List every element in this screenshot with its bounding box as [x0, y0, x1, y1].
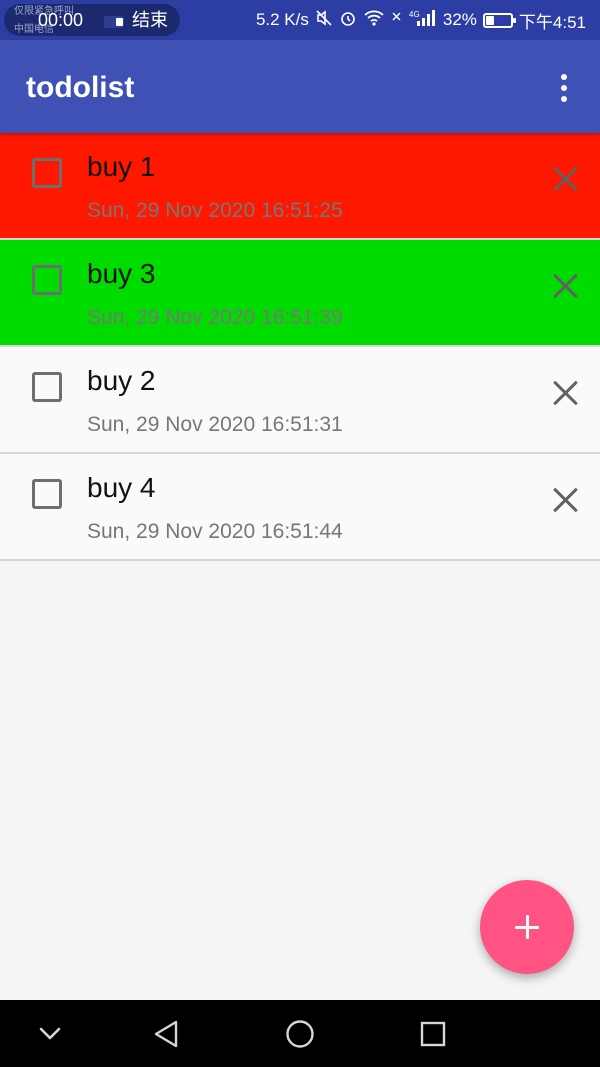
- call-video-icon: [104, 16, 124, 28]
- call-status-pill[interactable]: 仅限紧急呼叫 中国电信 00:00 结束: [4, 4, 180, 36]
- todo-row[interactable]: buy 1 Sun, 29 Nov 2020 16:51:25: [0, 133, 600, 240]
- overflow-dot: [561, 85, 567, 91]
- todo-date: Sun, 29 Nov 2020 16:51:25: [87, 199, 343, 222]
- todo-title: buy 1: [87, 151, 156, 182]
- add-todo-button[interactable]: [480, 880, 574, 974]
- battery-percent: 32%: [442, 10, 477, 29]
- call-timer: 00:00: [38, 10, 84, 30]
- todo-row[interactable]: buy 4 Sun, 29 Nov 2020 16:51:44: [0, 454, 600, 561]
- overflow-dot: [561, 74, 567, 80]
- close-icon[interactable]: [548, 161, 584, 197]
- todo-checkbox[interactable]: [32, 158, 62, 188]
- todo-title: buy 4: [87, 472, 156, 503]
- app-bar: todolist: [0, 40, 600, 133]
- clock: 下午4:51: [518, 12, 586, 32]
- todo-date: Sun, 29 Nov 2020 16:51:31: [87, 413, 343, 436]
- todo-title: buy 2: [87, 365, 156, 396]
- back-triangle-icon[interactable]: [146, 1014, 186, 1054]
- todo-date: Sun, 29 Nov 2020 16:51:39: [87, 306, 343, 329]
- todo-row[interactable]: buy 2 Sun, 29 Nov 2020 16:51:31: [0, 347, 600, 454]
- nav-bar: [0, 1000, 600, 1067]
- todo-checkbox[interactable]: [32, 479, 62, 509]
- chevron-down-icon[interactable]: [30, 1014, 70, 1054]
- overflow-dot: [561, 96, 567, 102]
- battery-level: [485, 15, 495, 25]
- sim-no-signal-icon: [391, 9, 403, 32]
- signal-4g-icon: 4G: [409, 9, 437, 32]
- todo-row[interactable]: buy 3 Sun, 29 Nov 2020 16:51:39: [0, 240, 600, 347]
- recents-square-icon[interactable]: [413, 1014, 453, 1054]
- status-bar: 仅限紧急呼叫 中国电信 00:00 结束 5.2 K/s 4G 32% 下午4:…: [0, 0, 600, 40]
- todo-date: Sun, 29 Nov 2020 16:51:44: [87, 520, 343, 543]
- todo-checkbox[interactable]: [32, 265, 62, 295]
- home-circle-icon[interactable]: [280, 1014, 320, 1054]
- close-icon[interactable]: [548, 482, 584, 518]
- wifi-icon: [363, 9, 385, 32]
- network-label: 4G: [409, 10, 420, 19]
- call-end-label: 结束: [132, 10, 168, 30]
- todo-checkbox[interactable]: [32, 372, 62, 402]
- mute-icon: [315, 9, 333, 32]
- todo-title: buy 3: [87, 258, 156, 289]
- app-title: todolist: [26, 71, 135, 104]
- close-icon[interactable]: [548, 268, 584, 304]
- todo-list: buy 1 Sun, 29 Nov 2020 16:51:25 buy 3 Su…: [0, 133, 600, 561]
- close-icon[interactable]: [548, 375, 584, 411]
- status-icons: 5.2 K/s 4G 32% 下午4:51: [256, 8, 586, 32]
- battery-icon: [482, 12, 516, 28]
- more-vert-icon[interactable]: [548, 68, 580, 108]
- net-speed: 5.2 K/s: [255, 10, 309, 29]
- alarm-icon: [339, 9, 357, 32]
